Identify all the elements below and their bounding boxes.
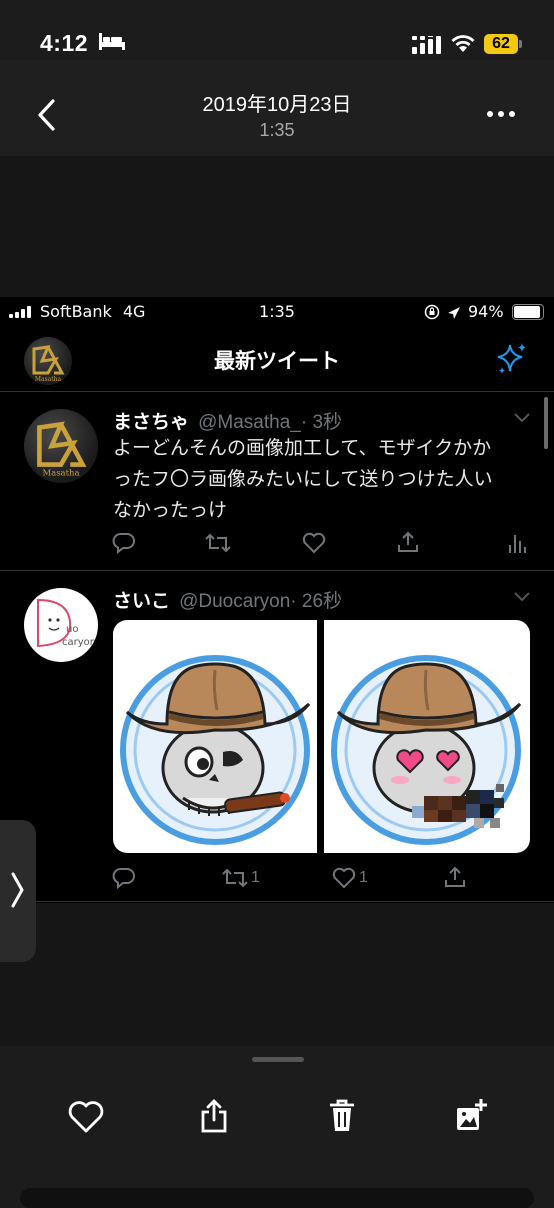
retweet-count: 1 bbox=[251, 869, 260, 886]
tweet-author-handle[interactable]: @Duocaryon bbox=[179, 591, 290, 612]
tweet-meta: まさちゃ @Masatha_· 3秒 bbox=[113, 407, 342, 434]
like-heart-icon[interactable] bbox=[302, 532, 326, 554]
cowboy-skull-pixelated-illustration bbox=[331, 655, 522, 845]
share-icon[interactable] bbox=[200, 1098, 228, 1134]
trash-icon[interactable] bbox=[328, 1098, 356, 1134]
tweet-image-left[interactable] bbox=[113, 620, 317, 853]
tweet-author-avatar[interactable]: uo caryon bbox=[24, 588, 98, 662]
tweet-text-line: なかったっけ bbox=[113, 499, 228, 521]
wifi-icon bbox=[451, 35, 475, 52]
retweet-icon[interactable] bbox=[220, 868, 250, 888]
inner-battery-fill bbox=[514, 306, 540, 318]
chevron-right-icon bbox=[11, 872, 24, 908]
favorite-heart-icon[interactable] bbox=[68, 1100, 104, 1134]
reply-icon[interactable] bbox=[112, 532, 136, 554]
cellular-signal-icon bbox=[412, 36, 441, 54]
avatar-logo-text: Masatha bbox=[42, 467, 79, 477]
tweet-timestamp: · 3秒 bbox=[300, 412, 343, 433]
timeline-title: 最新ツイート bbox=[214, 349, 340, 373]
tweet-author-avatar[interactable]: Masatha bbox=[24, 409, 98, 483]
tweet-author-handle[interactable]: @Masatha_ bbox=[198, 412, 301, 433]
share-icon[interactable] bbox=[396, 530, 420, 554]
sleep-bed-icon bbox=[99, 33, 125, 50]
like-count: 1 bbox=[359, 869, 368, 886]
status-time: 4:12 bbox=[40, 30, 89, 56]
duocaryon-avatar-drawing: uo caryon bbox=[37, 598, 96, 648]
tweet-timestamp: · 26秒 bbox=[290, 591, 343, 612]
analytics-icon[interactable] bbox=[508, 531, 528, 553]
photo-date-title: 2019年10月23日 bbox=[202, 94, 352, 116]
tweet-menu-chevron-icon[interactable] bbox=[514, 590, 530, 606]
inner-lock-location-icons bbox=[424, 304, 460, 320]
avatar-logo-text: Masatha bbox=[35, 376, 62, 383]
battery-level-badge: 62 bbox=[484, 34, 518, 54]
sparkle-icon[interactable] bbox=[494, 341, 530, 377]
home-indicator-area bbox=[20, 1188, 534, 1208]
like-heart-icon[interactable] bbox=[332, 867, 356, 889]
add-photo-icon[interactable] bbox=[456, 1098, 488, 1134]
avatar-handwritten-text: caryon bbox=[62, 637, 96, 648]
avatar-handwritten-text: uo bbox=[66, 624, 78, 635]
tweet-text-line: よーどんそんの画像加工して、モザイクかか bbox=[113, 437, 492, 459]
share-icon[interactable] bbox=[443, 865, 467, 889]
tweet-image-right[interactable] bbox=[324, 620, 530, 853]
photo-time-subtitle: 1:35 bbox=[259, 120, 295, 140]
tweet-text: よーどんそんの画像加工して、モザイクかか ったフ〇ラ画像みたいにして送りつけた人… bbox=[113, 433, 533, 526]
scroll-indicator bbox=[544, 397, 548, 449]
battery-tip bbox=[519, 40, 522, 48]
tweet-meta: さいこ @Duocaryon· 26秒 bbox=[113, 586, 342, 613]
more-options-icon[interactable] bbox=[486, 104, 516, 124]
cowboy-skull-illustration bbox=[120, 655, 311, 845]
ea-logo-icon: Masatha bbox=[37, 421, 87, 477]
tweet-menu-chevron-icon[interactable] bbox=[514, 411, 530, 427]
screenshot-image[interactable]: SoftBank 4G 1:35 94% Masatha 最新ツイート Masa… bbox=[0, 297, 554, 903]
retweet-icon[interactable] bbox=[203, 533, 233, 553]
reply-icon[interactable] bbox=[112, 867, 136, 889]
inner-battery-percent: 94% bbox=[468, 302, 504, 321]
tweet-author-name[interactable]: まさちゃ bbox=[113, 411, 189, 433]
tweet-author-name[interactable]: さいこ bbox=[113, 590, 170, 612]
toolbar-grip-handle[interactable] bbox=[252, 1057, 304, 1062]
tweet-text-line: ったフ〇ラ画像みたいにして送りつけた人い bbox=[113, 468, 493, 490]
